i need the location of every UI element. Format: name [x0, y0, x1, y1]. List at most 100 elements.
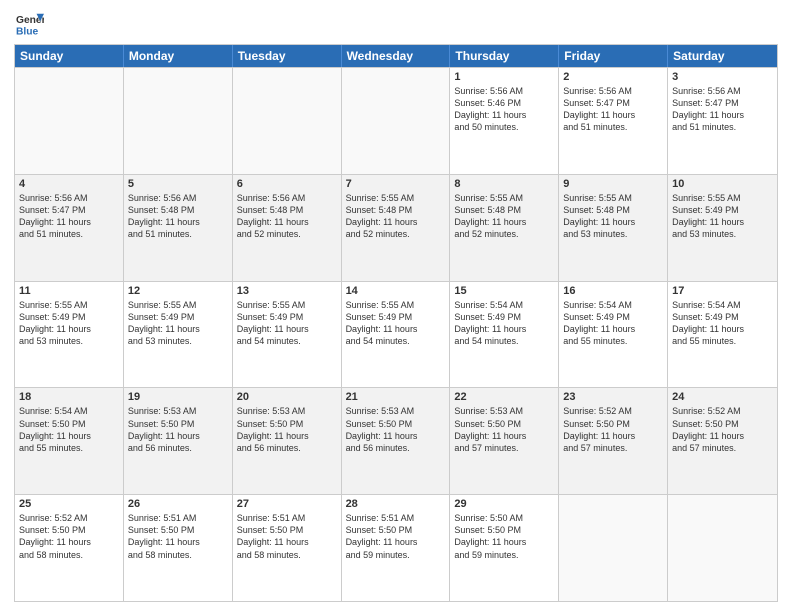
- day-number: 26: [128, 498, 228, 510]
- calendar-cell: 24 Sunrise: 5:52 AM Sunset: 5:50 PM Dayli…: [668, 388, 777, 494]
- calendar-cell: 4Sunrise: 5:56 AM Sunset: 5:47 PM Daylig…: [15, 175, 124, 281]
- calendar-cell: 23 Sunrise: 5:52 AM Sunset: 5:50 PM Dayli…: [559, 388, 668, 494]
- day-number: 24: [672, 391, 773, 403]
- calendar-cell: 6 Sunrise: 5:56 AM Sunset: 5:48 PM Daylig…: [233, 175, 342, 281]
- calendar-cell: 27 Sunrise: 5:51 AM Sunset: 5:50 PM Dayli…: [233, 495, 342, 601]
- calendar-cell: 25Sunrise: 5:52 AM Sunset: 5:50 PM Dayli…: [15, 495, 124, 601]
- calendar-cell: 17 Sunrise: 5:54 AM Sunset: 5:49 PM Dayli…: [668, 282, 777, 388]
- calendar: SundayMondayTuesdayWednesdayThursdayFrid…: [14, 44, 778, 602]
- day-info: Sunrise: 5:54 AM Sunset: 5:49 PM Dayligh…: [454, 299, 554, 348]
- day-number: 18: [19, 391, 119, 403]
- calendar-cell: [559, 495, 668, 601]
- day-number: 5: [128, 178, 228, 190]
- weekday-header: Saturday: [668, 45, 777, 67]
- day-info: Sunrise: 5:56 AM Sunset: 5:47 PM Dayligh…: [19, 192, 119, 241]
- weekday-header: Tuesday: [233, 45, 342, 67]
- day-number: 15: [454, 285, 554, 297]
- day-info: Sunrise: 5:52 AM Sunset: 5:50 PM Dayligh…: [672, 405, 773, 454]
- day-number: 10: [672, 178, 773, 190]
- day-info: Sunrise: 5:54 AM Sunset: 5:50 PM Dayligh…: [19, 405, 119, 454]
- weekday-header: Sunday: [15, 45, 124, 67]
- weekday-header: Monday: [124, 45, 233, 67]
- calendar-row: 11 Sunrise: 5:55 AM Sunset: 5:49 PM Dayli…: [15, 281, 777, 388]
- calendar-header: SundayMondayTuesdayWednesdayThursdayFrid…: [15, 45, 777, 67]
- day-number: 9: [563, 178, 663, 190]
- day-info: Sunrise: 5:56 AM Sunset: 5:48 PM Dayligh…: [237, 192, 337, 241]
- day-info: Sunrise: 5:54 AM Sunset: 5:49 PM Dayligh…: [563, 299, 663, 348]
- calendar-row: 4Sunrise: 5:56 AM Sunset: 5:47 PM Daylig…: [15, 174, 777, 281]
- day-number: 27: [237, 498, 337, 510]
- calendar-cell: 29 Sunrise: 5:50 AM Sunset: 5:50 PM Dayli…: [450, 495, 559, 601]
- calendar-cell: 28 Sunrise: 5:51 AM Sunset: 5:50 PM Dayli…: [342, 495, 451, 601]
- logo: General Blue: [14, 10, 44, 38]
- day-info: Sunrise: 5:50 AM Sunset: 5:50 PM Dayligh…: [454, 512, 554, 561]
- calendar-row: 18 Sunrise: 5:54 AM Sunset: 5:50 PM Dayli…: [15, 387, 777, 494]
- day-number: 21: [346, 391, 446, 403]
- day-info: Sunrise: 5:53 AM Sunset: 5:50 PM Dayligh…: [237, 405, 337, 454]
- calendar-cell: 9 Sunrise: 5:55 AM Sunset: 5:48 PM Daylig…: [559, 175, 668, 281]
- day-number: 19: [128, 391, 228, 403]
- day-info: Sunrise: 5:51 AM Sunset: 5:50 PM Dayligh…: [237, 512, 337, 561]
- day-number: 16: [563, 285, 663, 297]
- calendar-cell: 10Sunrise: 5:55 AM Sunset: 5:49 PM Dayli…: [668, 175, 777, 281]
- calendar-cell: 13 Sunrise: 5:55 AM Sunset: 5:49 PM Dayli…: [233, 282, 342, 388]
- day-number: 3: [672, 71, 773, 83]
- day-number: 7: [346, 178, 446, 190]
- day-info: Sunrise: 5:55 AM Sunset: 5:48 PM Dayligh…: [346, 192, 446, 241]
- day-number: 11: [19, 285, 119, 297]
- calendar-cell: 21 Sunrise: 5:53 AM Sunset: 5:50 PM Dayli…: [342, 388, 451, 494]
- day-info: Sunrise: 5:55 AM Sunset: 5:48 PM Dayligh…: [454, 192, 554, 241]
- day-info: Sunrise: 5:53 AM Sunset: 5:50 PM Dayligh…: [346, 405, 446, 454]
- day-info: Sunrise: 5:53 AM Sunset: 5:50 PM Dayligh…: [128, 405, 228, 454]
- calendar-cell: 14 Sunrise: 5:55 AM Sunset: 5:49 PM Dayli…: [342, 282, 451, 388]
- day-number: 8: [454, 178, 554, 190]
- day-info: Sunrise: 5:55 AM Sunset: 5:49 PM Dayligh…: [128, 299, 228, 348]
- calendar-cell: 5Sunrise: 5:56 AM Sunset: 5:48 PM Daylig…: [124, 175, 233, 281]
- day-number: 17: [672, 285, 773, 297]
- calendar-cell: [668, 495, 777, 601]
- day-info: Sunrise: 5:55 AM Sunset: 5:48 PM Dayligh…: [563, 192, 663, 241]
- day-info: Sunrise: 5:52 AM Sunset: 5:50 PM Dayligh…: [563, 405, 663, 454]
- day-number: 6: [237, 178, 337, 190]
- calendar-cell: [15, 68, 124, 174]
- svg-text:Blue: Blue: [16, 26, 39, 37]
- calendar-row: 25Sunrise: 5:52 AM Sunset: 5:50 PM Dayli…: [15, 494, 777, 601]
- calendar-cell: 7 Sunrise: 5:55 AM Sunset: 5:48 PM Daylig…: [342, 175, 451, 281]
- day-info: Sunrise: 5:55 AM Sunset: 5:49 PM Dayligh…: [237, 299, 337, 348]
- day-number: 29: [454, 498, 554, 510]
- calendar-cell: 26Sunrise: 5:51 AM Sunset: 5:50 PM Dayli…: [124, 495, 233, 601]
- calendar-cell: 2 Sunrise: 5:56 AM Sunset: 5:47 PM Daylig…: [559, 68, 668, 174]
- day-info: Sunrise: 5:51 AM Sunset: 5:50 PM Dayligh…: [346, 512, 446, 561]
- day-info: Sunrise: 5:56 AM Sunset: 5:47 PM Dayligh…: [563, 85, 663, 134]
- day-info: Sunrise: 5:55 AM Sunset: 5:49 PM Dayligh…: [19, 299, 119, 348]
- day-number: 1: [454, 71, 554, 83]
- logo-icon: General Blue: [16, 10, 44, 38]
- day-number: 14: [346, 285, 446, 297]
- weekday-header: Wednesday: [342, 45, 451, 67]
- day-info: Sunrise: 5:56 AM Sunset: 5:47 PM Dayligh…: [672, 85, 773, 134]
- page-header: General Blue: [14, 10, 778, 38]
- calendar-cell: 18 Sunrise: 5:54 AM Sunset: 5:50 PM Dayli…: [15, 388, 124, 494]
- day-number: 25: [19, 498, 119, 510]
- day-info: Sunrise: 5:55 AM Sunset: 5:49 PM Dayligh…: [346, 299, 446, 348]
- calendar-cell: [342, 68, 451, 174]
- calendar-cell: 19 Sunrise: 5:53 AM Sunset: 5:50 PM Dayli…: [124, 388, 233, 494]
- day-number: 12: [128, 285, 228, 297]
- day-number: 20: [237, 391, 337, 403]
- day-number: 22: [454, 391, 554, 403]
- calendar-cell: 16 Sunrise: 5:54 AM Sunset: 5:49 PM Dayli…: [559, 282, 668, 388]
- day-info: Sunrise: 5:54 AM Sunset: 5:49 PM Dayligh…: [672, 299, 773, 348]
- calendar-cell: 3 Sunrise: 5:56 AM Sunset: 5:47 PM Daylig…: [668, 68, 777, 174]
- day-number: 13: [237, 285, 337, 297]
- calendar-row: 1Sunrise: 5:56 AM Sunset: 5:46 PM Daylig…: [15, 67, 777, 174]
- day-number: 2: [563, 71, 663, 83]
- day-info: Sunrise: 5:53 AM Sunset: 5:50 PM Dayligh…: [454, 405, 554, 454]
- calendar-cell: 8 Sunrise: 5:55 AM Sunset: 5:48 PM Daylig…: [450, 175, 559, 281]
- calendar-cell: 12 Sunrise: 5:55 AM Sunset: 5:49 PM Dayli…: [124, 282, 233, 388]
- weekday-header: Thursday: [450, 45, 559, 67]
- calendar-cell: 15 Sunrise: 5:54 AM Sunset: 5:49 PM Dayli…: [450, 282, 559, 388]
- calendar-cell: [124, 68, 233, 174]
- calendar-body: 1Sunrise: 5:56 AM Sunset: 5:46 PM Daylig…: [15, 67, 777, 601]
- day-number: 23: [563, 391, 663, 403]
- day-number: 28: [346, 498, 446, 510]
